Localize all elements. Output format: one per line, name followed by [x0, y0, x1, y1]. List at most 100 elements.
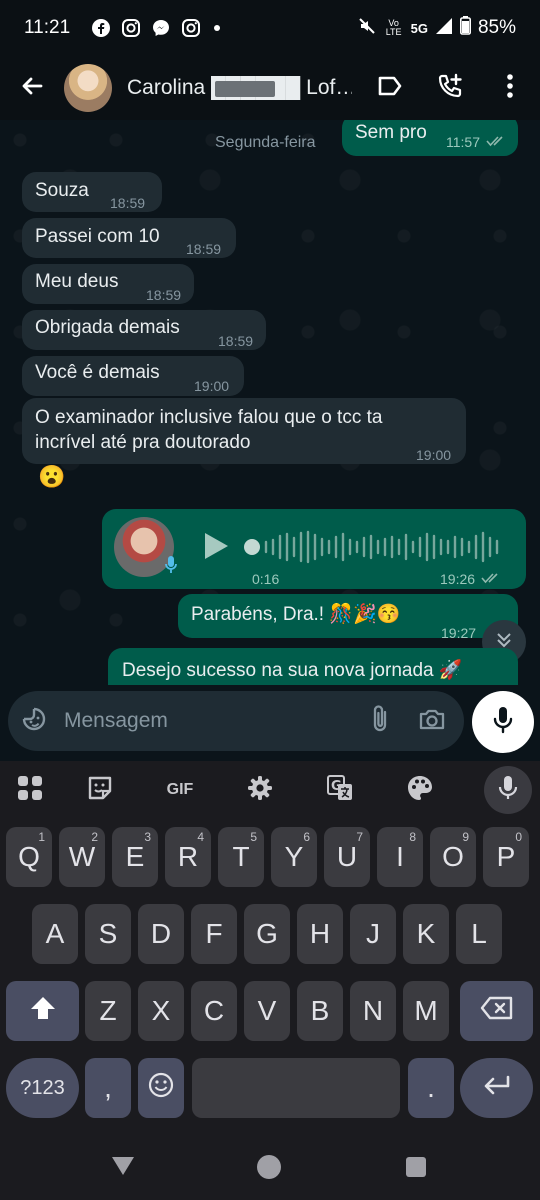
- add-call-button[interactable]: [420, 56, 480, 120]
- symbols-key[interactable]: ?123: [6, 1058, 79, 1118]
- message-incoming-long[interactable]: O examinador inclusive falou que o tcc t…: [22, 398, 466, 464]
- key-l[interactable]: L: [456, 904, 502, 964]
- key-r[interactable]: R4: [165, 827, 211, 887]
- key-w[interactable]: W2: [59, 827, 105, 887]
- key-label: U: [336, 841, 358, 872]
- mic-icon: [492, 705, 514, 740]
- nav-back-button[interactable]: [110, 1155, 136, 1182]
- message-input[interactable]: Mensagem: [8, 691, 464, 751]
- translate-icon: G: [326, 774, 354, 807]
- key-z[interactable]: Z: [85, 981, 131, 1041]
- emoji-key[interactable]: [138, 1058, 184, 1118]
- key-hint: 0: [515, 830, 522, 844]
- double-check-icon: [481, 571, 501, 587]
- message-outgoing[interactable]: Desejo sucesso na sua nova jornada 🚀: [108, 648, 518, 685]
- shift-key[interactable]: [6, 981, 79, 1041]
- status-time: 11:21: [24, 17, 71, 38]
- message-incoming[interactable]: Passei com 10 18:59: [22, 218, 236, 258]
- key-u[interactable]: U7: [324, 827, 370, 887]
- name-redaction: [215, 81, 275, 97]
- backspace-key[interactable]: [460, 981, 533, 1041]
- sticker-square-icon: [87, 775, 113, 806]
- enter-key[interactable]: [460, 1058, 533, 1118]
- label-button[interactable]: [360, 56, 420, 120]
- back-button[interactable]: [0, 56, 64, 120]
- kb-gif-button[interactable]: GIF: [140, 761, 220, 819]
- message-time: 19:27: [441, 625, 477, 641]
- key-hint: 1: [38, 830, 45, 844]
- message-time: 11:57: [446, 134, 480, 150]
- camera-button[interactable]: [406, 691, 458, 751]
- message-outgoing[interactable]: Parabéns, Dra.! 🎊🎉😚 19:27: [178, 594, 518, 641]
- key-p[interactable]: P0: [483, 827, 529, 887]
- key-c[interactable]: C: [191, 981, 237, 1041]
- key-v[interactable]: V: [244, 981, 290, 1041]
- key-h[interactable]: H: [297, 904, 343, 964]
- sticker-button[interactable]: [8, 691, 60, 751]
- nav-home-button[interactable]: [257, 1155, 281, 1179]
- key-hint: 6: [303, 830, 310, 844]
- message-time: 19:26: [440, 571, 476, 587]
- key-x[interactable]: X: [138, 981, 184, 1041]
- message-text: Souza: [35, 180, 89, 201]
- camera-icon: [418, 706, 446, 737]
- kb-theme-button[interactable]: [380, 761, 460, 819]
- chat-header: Carolina ██████ Lof…: [0, 56, 540, 120]
- voice-record-button[interactable]: [472, 691, 534, 753]
- kb-settings-button[interactable]: [220, 761, 300, 819]
- key-m[interactable]: M: [403, 981, 449, 1041]
- mic-icon: [498, 775, 518, 806]
- attach-button[interactable]: [354, 691, 406, 751]
- key-n[interactable]: N: [350, 981, 396, 1041]
- key-label: Y: [284, 841, 304, 872]
- key-o[interactable]: O9: [430, 827, 476, 887]
- message-list[interactable]: Segunda-feira Sem pro 11:57 Souza 18:59 …: [0, 120, 540, 685]
- kb-voice-button[interactable]: [484, 766, 532, 814]
- key-e[interactable]: E3: [112, 827, 158, 887]
- key-label: W: [68, 841, 96, 872]
- period-key[interactable]: .: [408, 1058, 454, 1118]
- play-button[interactable]: [202, 531, 230, 568]
- message-outgoing[interactable]: Sem pro 11:57: [342, 120, 518, 156]
- kb-sticker-button[interactable]: [60, 761, 140, 819]
- message-text: Sem pro: [355, 122, 427, 143]
- message-time: 18:59: [218, 333, 254, 349]
- key-b[interactable]: B: [297, 981, 343, 1041]
- message-text: Passei com 10: [35, 226, 160, 247]
- key-t[interactable]: T5: [218, 827, 264, 887]
- key-i[interactable]: I8: [377, 827, 423, 887]
- key-f[interactable]: F: [191, 904, 237, 964]
- contact-avatar[interactable]: [64, 64, 112, 112]
- message-incoming[interactable]: Obrigada demais 18:59: [22, 310, 266, 350]
- key-j[interactable]: J: [350, 904, 396, 964]
- back-arrow-icon: [19, 73, 45, 104]
- nav-recents-button[interactable]: [406, 1157, 426, 1177]
- voice-note-message[interactable]: 0:16 19:26: [102, 509, 526, 589]
- key-q[interactable]: Q1: [6, 827, 52, 887]
- key-label: R: [177, 841, 199, 872]
- backspace-icon: [480, 995, 514, 1027]
- instagram-icon-2: [180, 17, 202, 39]
- key-s[interactable]: S: [85, 904, 131, 964]
- space-key[interactable]: [192, 1058, 400, 1118]
- key-k[interactable]: K: [403, 904, 449, 964]
- network-label: 5G: [410, 20, 428, 36]
- voice-waveform[interactable]: [262, 527, 502, 567]
- message-reaction[interactable]: 😮: [38, 464, 65, 490]
- shift-icon: [29, 995, 57, 1028]
- message-incoming[interactable]: Meu deus 18:59: [22, 264, 194, 304]
- message-incoming[interactable]: Souza 18:59: [22, 172, 162, 212]
- key-y[interactable]: Y6: [271, 827, 317, 887]
- more-options-button[interactable]: [480, 56, 540, 120]
- key-a[interactable]: A: [32, 904, 78, 964]
- comma-key[interactable]: ,: [85, 1058, 131, 1118]
- key-d[interactable]: D: [138, 904, 184, 964]
- kb-apps-button[interactable]: [0, 761, 60, 819]
- label-icon: [377, 75, 403, 102]
- message-text-line2: incrível até pra doutorado: [35, 432, 251, 453]
- key-g[interactable]: G: [244, 904, 290, 964]
- kb-translate-button[interactable]: G: [300, 761, 380, 819]
- voice-progress-dot[interactable]: [244, 539, 260, 555]
- message-incoming[interactable]: Você é demais 19:00: [22, 356, 244, 396]
- contact-name[interactable]: Carolina ██████ Lof…: [127, 76, 352, 100]
